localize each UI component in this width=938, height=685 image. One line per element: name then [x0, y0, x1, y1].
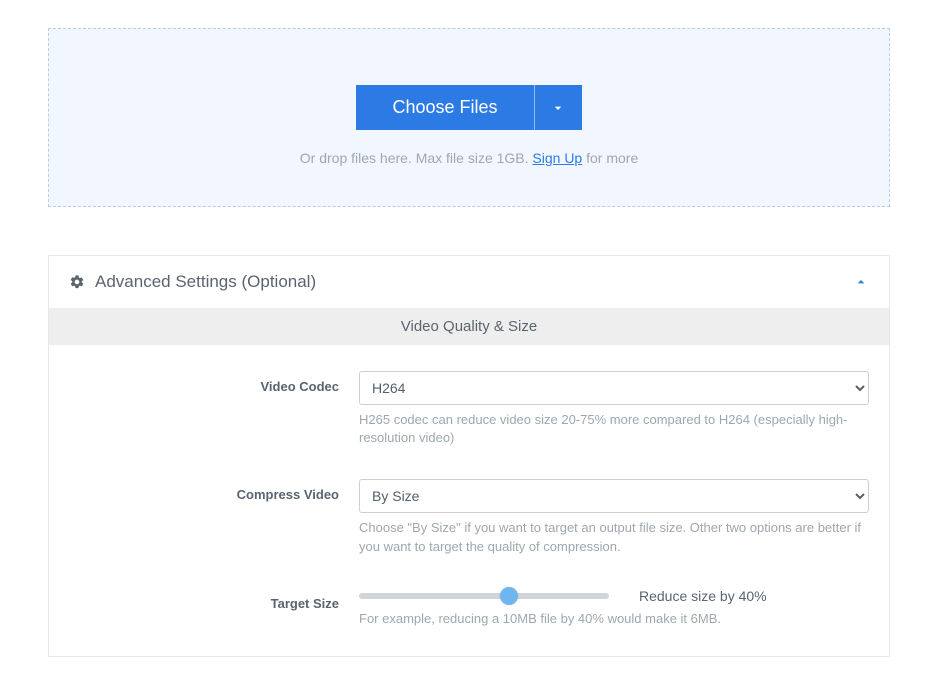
chevron-up-icon: [853, 274, 869, 290]
choose-files-dropdown[interactable]: [534, 85, 582, 130]
video-codec-help: H265 codec can reduce video size 20-75% …: [359, 411, 869, 447]
compress-video-select[interactable]: By Size: [359, 479, 869, 513]
gear-icon: [69, 274, 85, 290]
compress-video-row: Compress Video By Size Choose "By Size" …: [69, 479, 869, 555]
upload-hint-suffix: for more: [582, 150, 638, 166]
target-size-label: Target Size: [69, 588, 359, 628]
compress-video-help: Choose "By Size" if you want to target a…: [359, 519, 869, 555]
choose-files-button[interactable]: Choose Files: [356, 85, 533, 130]
video-codec-row: Video Codec H264 H265 codec can reduce v…: [69, 371, 869, 447]
settings-body: Video Codec H264 H265 codec can reduce v…: [49, 345, 889, 656]
advanced-settings-card: Advanced Settings (Optional) Video Quali…: [48, 255, 890, 657]
target-size-help: For example, reducing a 10MB file by 40%…: [359, 610, 869, 628]
video-codec-select[interactable]: H264: [359, 371, 869, 405]
target-size-row: Target Size Reduce size by 40% For examp…: [69, 588, 869, 628]
advanced-settings-toggle[interactable]: Advanced Settings (Optional): [49, 256, 889, 308]
target-size-slider[interactable]: [359, 593, 609, 599]
reduce-size-text: Reduce size by 40%: [639, 588, 767, 604]
upload-hint: Or drop files here. Max file size 1GB. S…: [69, 150, 869, 166]
choose-files-group: Choose Files: [356, 85, 581, 130]
section-title: Video Quality & Size: [49, 308, 889, 345]
signup-link[interactable]: Sign Up: [532, 150, 582, 166]
upload-hint-prefix: Or drop files here. Max file size 1GB.: [300, 150, 533, 166]
video-codec-label: Video Codec: [69, 371, 359, 447]
compress-video-label: Compress Video: [69, 479, 359, 555]
advanced-settings-title: Advanced Settings (Optional): [95, 272, 316, 292]
slider-thumb[interactable]: [500, 587, 518, 605]
chevron-down-icon: [550, 100, 566, 116]
upload-dropzone[interactable]: Choose Files Or drop files here. Max fil…: [48, 28, 890, 207]
